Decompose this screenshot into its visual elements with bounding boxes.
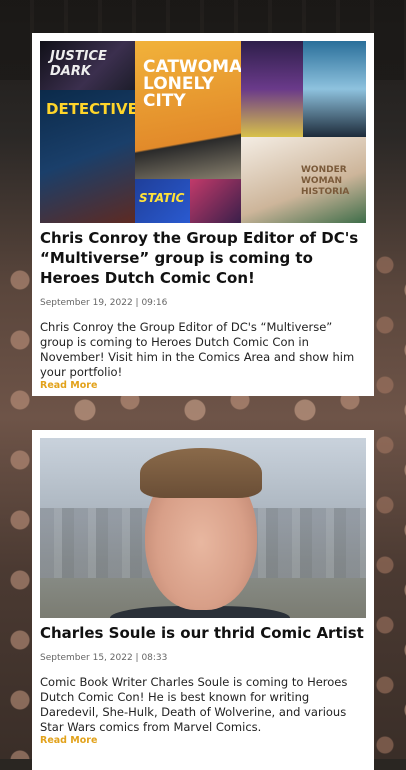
post-card: JUSTICE DARK DETECTIVE CATWOMAN LONELY C… [32, 33, 374, 396]
hair [140, 448, 262, 498]
read-more-link[interactable]: Read More [40, 735, 366, 746]
post-date: September 19, 2022 | 09:16 [40, 298, 168, 308]
read-more-link[interactable]: Read More [40, 380, 366, 391]
post-title[interactable]: Charles Soule is our thrid Comic Artist [40, 623, 366, 643]
comic-cover-historia: WONDER WOMAN HISTORIA [241, 137, 366, 223]
post-thumbnail-portrait[interactable] [40, 438, 366, 618]
post-excerpt: Chris Conroy the Group Editor of DC's “M… [40, 320, 355, 379]
post-card: Charles Soule is our thrid Comic Artist … [32, 430, 374, 770]
comic-cover-static: STATIC [135, 179, 190, 223]
comic-cover-justice-dark: JUSTICE DARK [40, 41, 135, 90]
comic-cover-harley [190, 179, 241, 223]
comic-cover-joker [241, 41, 303, 137]
post-title[interactable]: Chris Conroy the Group Editor of DC's “M… [40, 228, 366, 288]
post-excerpt: Comic Book Writer Charles Soule is comin… [40, 675, 348, 734]
comic-cover-detective: DETECTIVE [40, 90, 138, 223]
comic-cover-midnighter [303, 41, 366, 137]
post-thumbnail-comics-collage[interactable]: JUSTICE DARK DETECTIVE CATWOMAN LONELY C… [40, 41, 366, 223]
post-date: September 15, 2022 | 08:33 [40, 653, 168, 663]
